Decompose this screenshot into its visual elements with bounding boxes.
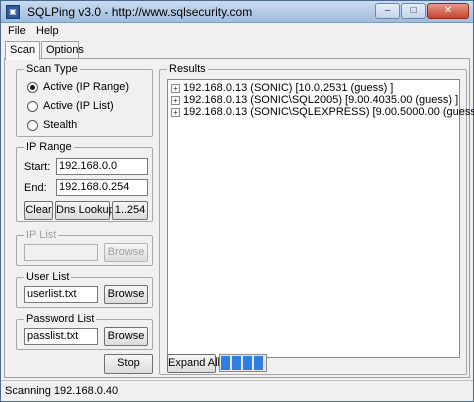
- radio-label: Active (IP Range): [43, 81, 130, 93]
- user-list-group: User List userlist.txt Browse: [16, 271, 153, 308]
- maximize-button[interactable]: □: [401, 3, 426, 19]
- start-label: Start:: [24, 161, 51, 173]
- radio-active-ip-range[interactable]: Active (IP Range): [27, 80, 129, 94]
- window-title: SQLPing v3.0 - http://www.sqlsecurity.co…: [27, 5, 253, 19]
- stop-button[interactable]: Stop: [104, 354, 153, 374]
- tab-strip: Scan Options: [1, 41, 473, 60]
- end-label: End:: [24, 182, 47, 194]
- result-row-text: 192.168.0.13 (SONIC\SQLEXPRESS) [9.00.50…: [183, 106, 474, 118]
- menu-bar: File Help: [1, 24, 473, 40]
- menu-file[interactable]: File: [8, 25, 26, 37]
- tab-options[interactable]: Options: [41, 41, 84, 59]
- app-icon: ▣: [6, 5, 20, 19]
- password-list-field[interactable]: passlist.txt: [24, 328, 98, 345]
- scan-progress-bar: [219, 354, 267, 372]
- clear-button[interactable]: Clear: [24, 201, 53, 220]
- close-button[interactable]: ✕: [427, 3, 469, 19]
- dns-lookup-button[interactable]: Dns Lookup: [55, 201, 115, 220]
- results-group: Results + 192.168.0.13 (SONIC) [10.0.253…: [159, 63, 474, 375]
- ip-list-title: IP List: [24, 229, 59, 241]
- tab-scan[interactable]: Scan: [5, 41, 40, 60]
- password-list-browse-button[interactable]: Browse: [104, 327, 148, 346]
- result-row[interactable]: + 192.168.0.13 (SONIC\SQL2005) [9.00.403…: [171, 94, 458, 106]
- radio-button[interactable]: [27, 119, 38, 131]
- scan-type-title: Scan Type: [24, 63, 80, 75]
- radio-label: Active (IP List): [43, 100, 114, 112]
- expand-icon[interactable]: +: [171, 95, 180, 105]
- expand-icon[interactable]: +: [171, 107, 180, 117]
- range-1-254-button[interactable]: 1..254: [112, 201, 148, 220]
- radio-button-checked[interactable]: [27, 81, 38, 93]
- ip-range-title: IP Range: [24, 141, 74, 153]
- result-row-text: 192.168.0.13 (SONIC\SQL2005) [9.00.4035.…: [183, 94, 459, 106]
- results-tree[interactable]: + 192.168.0.13 (SONIC) [10.0.2531 (guess…: [167, 79, 474, 358]
- ip-list-browse-button[interactable]: Browse: [104, 243, 148, 262]
- scan-type-group: Scan Type Active (IP Range) Active (IP L…: [16, 63, 153, 137]
- user-list-browse-button[interactable]: Browse: [104, 285, 148, 304]
- ip-list-field[interactable]: [24, 244, 98, 261]
- scan-panel: Scan Type Active (IP Range) Active (IP L…: [4, 58, 474, 378]
- user-list-title: User List: [24, 271, 72, 283]
- expand-icon[interactable]: +: [171, 83, 180, 93]
- start-ip-field[interactable]: 192.168.0.0: [56, 158, 148, 175]
- result-row[interactable]: + 192.168.0.13 (SONIC\SQLEXPRESS) [9.00.…: [171, 106, 474, 118]
- result-row[interactable]: + 192.168.0.13 (SONIC) [10.0.2531 (guess…: [171, 82, 393, 94]
- minimize-button[interactable]: –: [375, 3, 400, 19]
- user-list-field[interactable]: userlist.txt: [24, 286, 98, 303]
- status-text: Scanning 192.168.0.40: [5, 385, 119, 397]
- radio-stealth[interactable]: Stealth: [27, 118, 77, 132]
- title-bar[interactable]: ▣ SQLPing v3.0 - http://www.sqlsecurity.…: [1, 1, 473, 23]
- status-bar: Scanning 192.168.0.40: [1, 380, 473, 401]
- password-list-group: Password List passlist.txt Browse: [16, 313, 153, 350]
- progress-fill: [221, 356, 265, 370]
- expand-all-button[interactable]: Expand All: [167, 354, 220, 373]
- window-controls: – □ ✕: [374, 3, 469, 21]
- ip-range-group: IP Range Start: 192.168.0.0 End: 192.168…: [16, 141, 153, 222]
- result-row-text: 192.168.0.13 (SONIC) [10.0.2531 (guess) …: [183, 82, 394, 94]
- results-title: Results: [167, 63, 208, 75]
- radio-active-ip-list[interactable]: Active (IP List): [27, 99, 114, 113]
- password-list-title: Password List: [24, 313, 97, 325]
- end-ip-field[interactable]: 192.168.0.254: [56, 179, 148, 196]
- radio-label: Stealth: [43, 119, 78, 131]
- radio-button[interactable]: [27, 100, 38, 112]
- ip-list-group: IP List Browse: [16, 229, 153, 266]
- app-window: ▣ SQLPing v3.0 - http://www.sqlsecurity.…: [0, 0, 474, 402]
- menu-help[interactable]: Help: [36, 25, 59, 37]
